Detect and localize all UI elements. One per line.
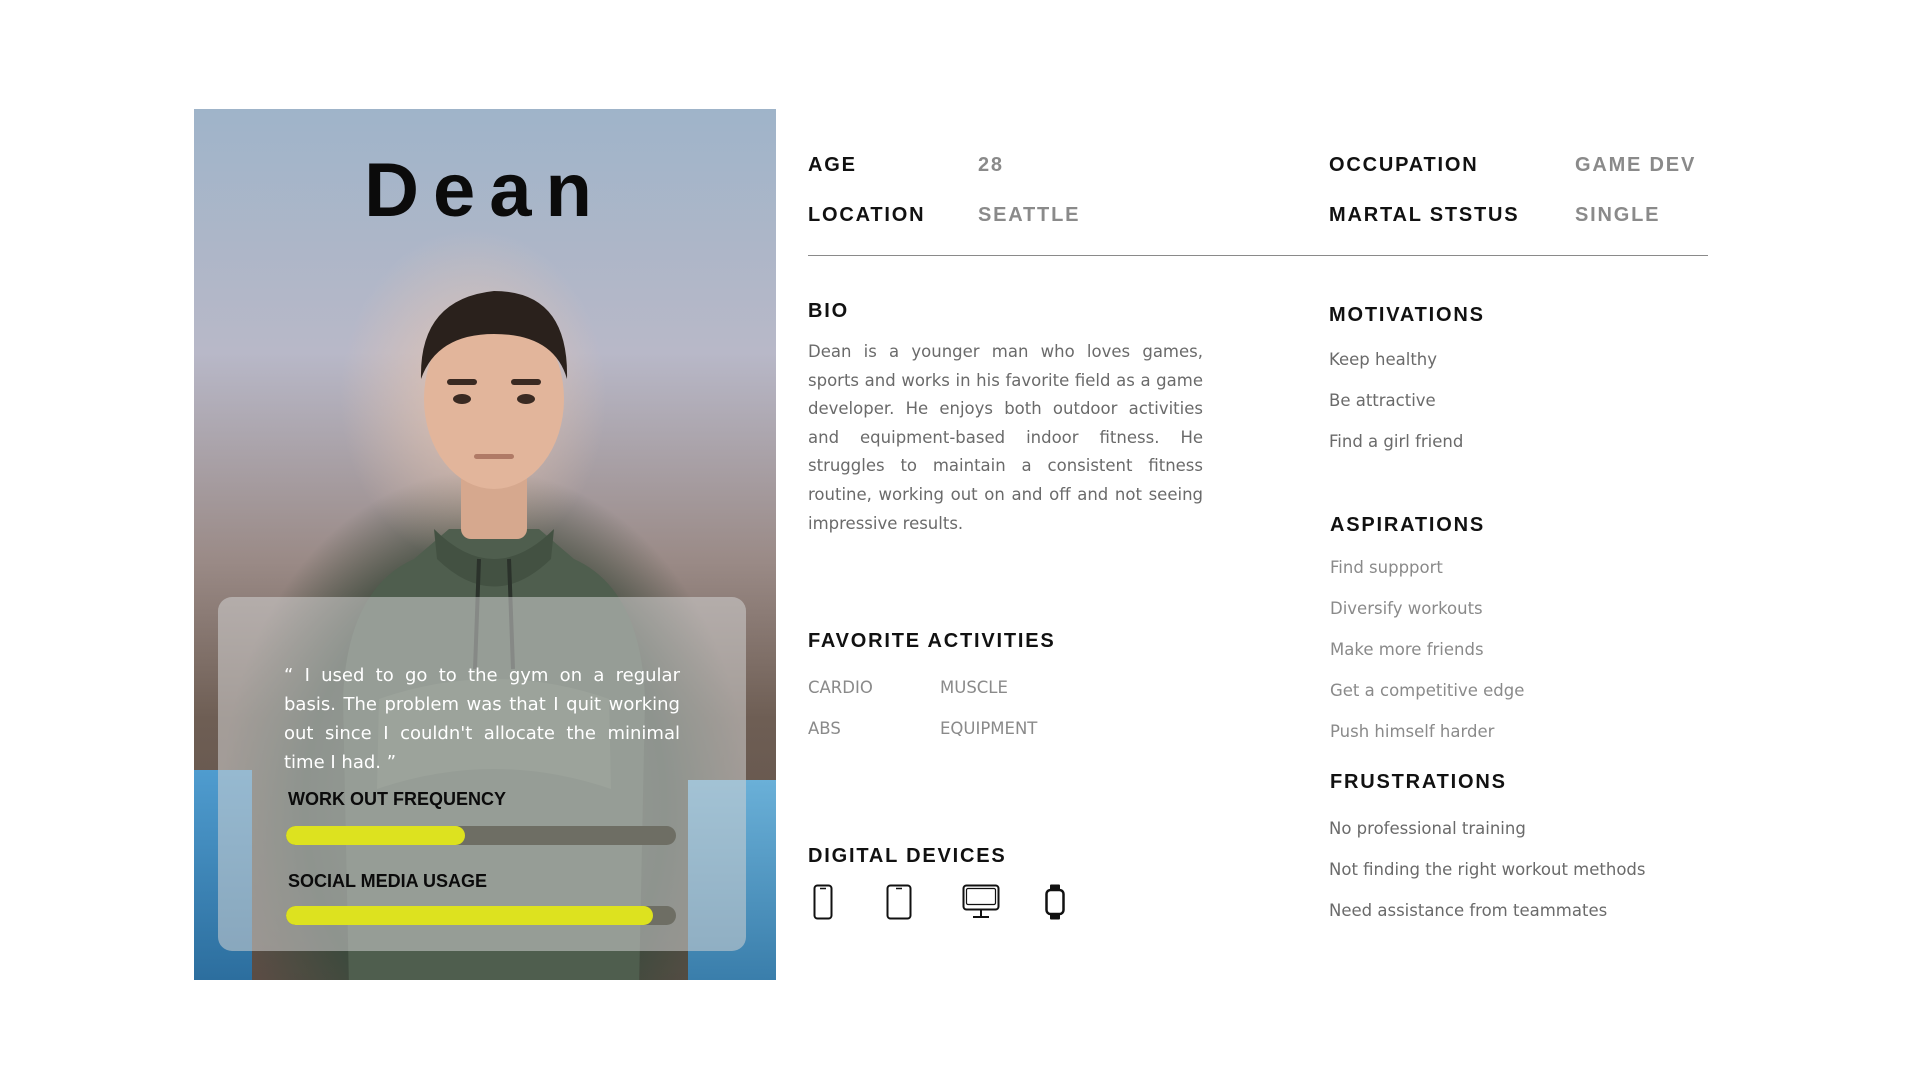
list-item: Push himself harder <box>1330 722 1495 741</box>
marital-status-value: SINGLE <box>1575 204 1661 226</box>
list-item: Need assistance from teammates <box>1329 901 1608 920</box>
bio-title: BIO <box>808 300 849 322</box>
activity-equipment: EQUIPMENT <box>940 719 1038 738</box>
list-item: Not finding the right workout methods <box>1329 860 1646 879</box>
persona-name: Dean <box>364 148 606 233</box>
list-item: No professional training <box>1329 819 1526 838</box>
persona-quote: “ I used to go to the gym on a regular b… <box>284 665 680 773</box>
frustrations-list: No professional training Not finding the… <box>1329 808 1646 931</box>
favorite-activities-title: FAVORITE ACTIVITIES <box>808 630 1056 652</box>
social-media-usage-fill <box>286 906 653 925</box>
aspirations-title: ASPIRATIONS <box>1330 514 1485 536</box>
tablet-icon <box>886 884 912 920</box>
location-label: LOCATION <box>808 204 926 226</box>
motivations-list: Keep healthy Be attractive Find a girl f… <box>1329 339 1463 462</box>
list-item: Find suppport <box>1330 558 1443 577</box>
age-label: AGE <box>808 154 857 176</box>
motivations-title: MOTIVATIONS <box>1329 304 1485 326</box>
persona-page: Dean “ I used to go to the gym on a regu… <box>0 0 1920 1080</box>
frustrations-title: FRUSTRATIONS <box>1330 771 1507 793</box>
aspirations-list: Find suppport Diversify workouts Make mo… <box>1330 547 1524 752</box>
activity-abs: ABS <box>808 719 841 738</box>
workout-frequency-fill <box>286 826 466 845</box>
smartphone-icon <box>813 884 833 920</box>
social-media-usage-bar <box>286 906 676 925</box>
workout-frequency-label: WORK OUT FREQUENCY <box>288 789 506 809</box>
marital-status-label: MARTAL STSTUS <box>1329 204 1520 226</box>
digital-devices-title: DIGITAL DEVICES <box>808 845 1007 867</box>
list-item: Get a competitive edge <box>1330 681 1525 700</box>
social-media-usage-label: SOCIAL MEDIA USAGE <box>288 871 488 891</box>
location-value: SEATTLE <box>978 204 1081 226</box>
list-item: Make more friends <box>1330 640 1484 659</box>
bio-text: Dean is a younger man who loves games, s… <box>808 342 1203 533</box>
workout-frequency-bar <box>286 826 676 845</box>
smartwatch-icon <box>1045 884 1065 920</box>
desktop-monitor-icon <box>962 884 1000 918</box>
occupation-value: GAME DEV <box>1575 154 1697 176</box>
header-divider <box>808 255 1708 256</box>
quote-panel: “ I used to go to the gym on a regular b… <box>218 597 746 951</box>
list-item: Find a girl friend <box>1329 432 1464 451</box>
list-item: Diversify workouts <box>1330 599 1483 618</box>
list-item: Be attractive <box>1329 391 1436 410</box>
list-item: Keep healthy <box>1329 350 1438 369</box>
persona-photo-card: Dean “ I used to go to the gym on a regu… <box>194 109 776 980</box>
activity-muscle: MUSCLE <box>940 678 1008 697</box>
age-value: 28 <box>978 154 1004 176</box>
activity-cardio: CARDIO <box>808 678 873 697</box>
occupation-label: OCCUPATION <box>1329 154 1479 176</box>
